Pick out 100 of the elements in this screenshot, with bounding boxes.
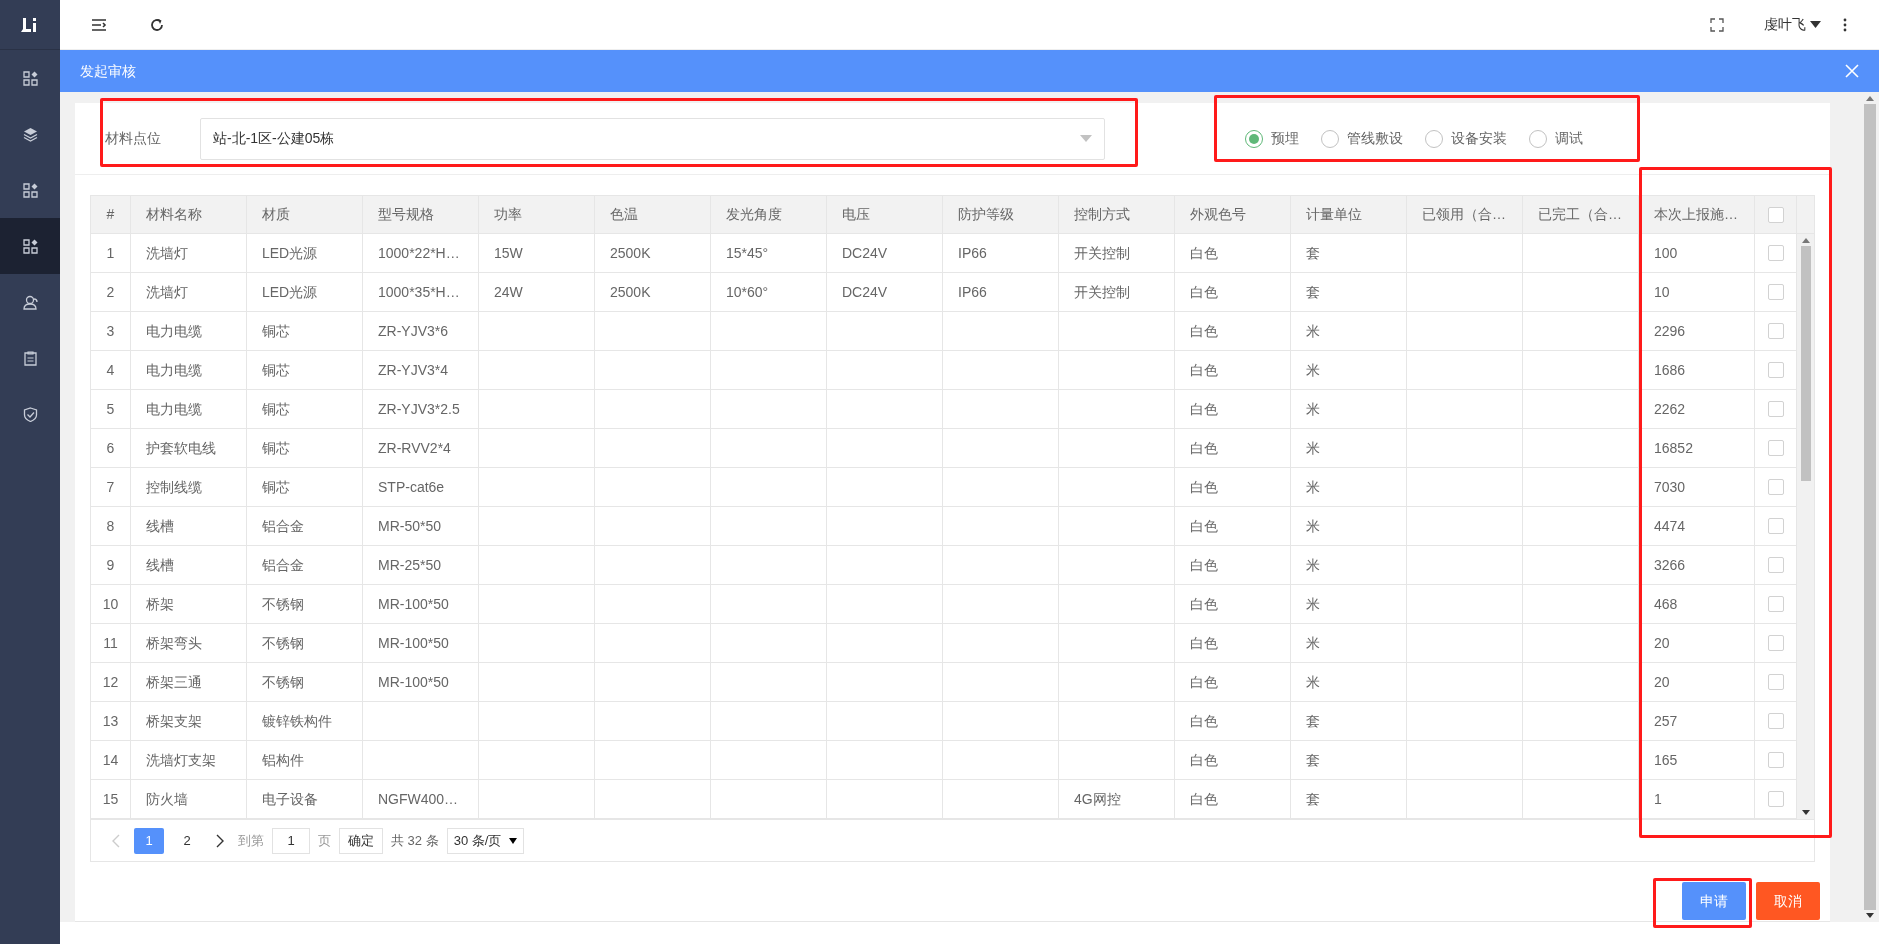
clipboard-icon [22, 350, 38, 366]
table-cell-text: 白色 [1190, 282, 1218, 302]
table-cell-text: 洗墙灯 [146, 282, 188, 302]
checkbox[interactable] [1767, 557, 1784, 573]
table-cell-text: 套 [1306, 282, 1320, 302]
table-cell-text: MR-50*50 [378, 516, 442, 536]
table-cell-text: 开关控制 [1074, 243, 1130, 263]
table-cell-text: 白色 [1190, 672, 1218, 692]
user-icon [22, 294, 38, 310]
table-cell-text: 4 [106, 360, 115, 380]
table-cell-text: 白色 [1190, 438, 1218, 458]
table-cell-text: 白色 [1190, 789, 1218, 809]
page-input[interactable]: 1 [272, 827, 310, 854]
checkbox[interactable] [1767, 596, 1784, 612]
table-cell-text: 15 [102, 789, 119, 809]
table-cell-text: LED光源 [262, 282, 318, 302]
stage-radio[interactable]: 调试 [1529, 128, 1583, 149]
table-cell-text: 套 [1306, 711, 1320, 731]
caret-down-icon [1810, 21, 1821, 28]
stage-radio[interactable]: 设备安装 [1425, 128, 1507, 149]
checkbox[interactable] [1767, 284, 1784, 300]
table-cell-text: 165 [1654, 750, 1678, 770]
table-cell-text: 2 [106, 282, 115, 302]
table-cell-text: 5 [106, 399, 115, 419]
checkbox[interactable] [1767, 791, 1784, 807]
total-count: 共 32 条 [391, 831, 439, 850]
checkbox[interactable] [1767, 713, 1784, 729]
table-cell-text: ZR-YJV3*2.5 [378, 399, 460, 419]
table-cell-text: 铜芯 [262, 438, 290, 458]
table-cell-text: 电力电缆 [146, 360, 202, 380]
column-header: 功率 [494, 205, 522, 224]
page-size-select[interactable]: 30 条/页 [446, 827, 525, 854]
table-cell-text: NGFW400… [378, 789, 459, 809]
table-cell-text: 20 [1654, 633, 1670, 653]
stage-radio[interactable]: 管线敷设 [1321, 128, 1403, 149]
table-cell-text: 15W [494, 243, 523, 263]
table-cell-text: 套 [1306, 789, 1320, 809]
checkbox[interactable] [1767, 323, 1784, 339]
dropdown-caret-icon [1080, 135, 1092, 142]
table-cell-text: STP-cat6e [378, 477, 445, 497]
checkbox[interactable] [1767, 479, 1784, 495]
fullscreen-icon[interactable] [1710, 17, 1724, 32]
user-menu[interactable]: 虔叶飞 [1764, 14, 1821, 35]
scrollbar[interactable] [1797, 234, 1814, 819]
table-cell-text: 米 [1306, 477, 1320, 497]
checkbox[interactable] [1767, 245, 1784, 261]
table-cell-text: 桥架 [146, 594, 174, 614]
table-cell-text: 13 [102, 711, 119, 731]
table-cell-text: 257 [1654, 711, 1678, 731]
table-cell-text: 米 [1306, 360, 1320, 380]
table-cell-text: MR-25*50 [378, 555, 442, 575]
table-cell-text: 1000*22*H… [378, 243, 460, 263]
table-cell-text: 米 [1306, 321, 1320, 341]
table-cell-text: 铜芯 [262, 360, 290, 380]
location-select[interactable]: 站-北-1区-公建05栋 [200, 117, 1105, 160]
table-cell-text: 铜芯 [262, 399, 290, 419]
table-cell-text: 白色 [1190, 594, 1218, 614]
table-cell-text: 白色 [1190, 633, 1218, 653]
close-icon[interactable] [1845, 64, 1859, 78]
table-cell-text: 米 [1306, 399, 1320, 419]
scrollbar-thumb[interactable] [1863, 104, 1876, 910]
confirm-button[interactable]: 确定 [339, 827, 383, 854]
checkbox[interactable] [1767, 206, 1784, 223]
table-cell-text: 控制线缆 [146, 477, 202, 497]
table-cell-text: 米 [1306, 594, 1320, 614]
table-cell-text: 1 [106, 243, 115, 263]
table-cell-text: 8 [106, 516, 115, 536]
table-cell-text: 1 [1654, 789, 1662, 809]
table-cell-text: 铝合金 [262, 555, 304, 575]
shield-icon [22, 406, 38, 422]
grid-icon [22, 238, 38, 254]
grid-icon [22, 182, 38, 198]
column-header: 发光角度 [726, 205, 782, 224]
table-cell-text: 米 [1306, 516, 1320, 536]
page-label: 页 [318, 831, 331, 850]
checkbox[interactable] [1767, 518, 1784, 534]
table-cell-text: 白色 [1190, 477, 1218, 497]
checkbox[interactable] [1767, 440, 1784, 456]
checkbox[interactable] [1767, 401, 1784, 417]
checkbox[interactable] [1767, 362, 1784, 378]
more-icon[interactable] [1843, 17, 1849, 32]
table-cell-text: 468 [1654, 594, 1678, 614]
scrollbar-thumb[interactable] [1800, 246, 1811, 481]
table-cell-text: 100 [1654, 243, 1678, 263]
table-cell-text: 桥架弯头 [146, 633, 202, 653]
checkbox[interactable] [1767, 674, 1784, 690]
table-cell-text: 线槽 [146, 555, 174, 575]
column-header: 电压 [842, 205, 870, 224]
checkbox[interactable] [1767, 635, 1784, 651]
table-cell-text: 白色 [1190, 516, 1218, 536]
table-cell-text: 套 [1306, 243, 1320, 263]
sidebar-item[interactable] [0, 218, 60, 274]
checkbox[interactable] [1767, 752, 1784, 768]
table-cell-text: 3266 [1654, 555, 1686, 575]
stage-radio[interactable]: 预埋 [1245, 128, 1299, 149]
table-cell-text: 6 [106, 438, 115, 458]
table-cell-text: 20 [1654, 672, 1670, 692]
table-cell-text: 7 [106, 477, 115, 497]
column-header: 防护等级 [958, 205, 1014, 224]
table-cell-text: 9 [106, 555, 115, 575]
